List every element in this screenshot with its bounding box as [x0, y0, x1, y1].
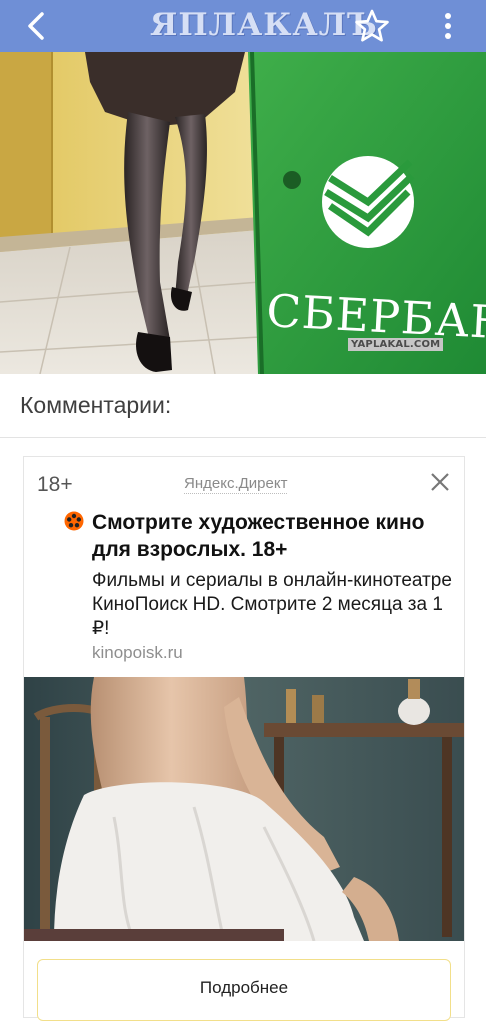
comments-heading: Комментарии: — [20, 392, 172, 418]
ad-domain[interactable]: kinopoisk.ru — [92, 643, 183, 663]
watermark: YAPLAKAL.COM — [348, 338, 444, 351]
ad-image[interactable] — [24, 677, 464, 941]
ad-source-link[interactable]: Яндекс.Директ — [184, 475, 288, 494]
back-arrow-icon[interactable] — [20, 8, 56, 44]
ad-description: Фильмы и сериалы в онлайн-кинотеатре Кин… — [92, 570, 452, 639]
ad-headline[interactable]: Смотрите художественное кино для взрослы… — [92, 509, 452, 563]
details-button-label: Подробнее — [199, 978, 289, 997]
divider — [0, 437, 486, 438]
app-logo[interactable]: ЯПЛАКАЛЪ — [150, 8, 378, 42]
details-button[interactable]: Подробнее — [37, 959, 451, 1021]
close-icon[interactable] — [429, 471, 451, 493]
star-icon[interactable] — [352, 6, 392, 46]
ad-card[interactable]: 18+ Яндекс.Директ Смотрите художественно… — [23, 456, 465, 1021]
post-image[interactable]: СБЕРБАНК YAPLAKAL.COM — [0, 52, 486, 374]
more-vert-icon[interactable] — [432, 6, 464, 46]
kinopoisk-favicon-icon — [64, 511, 84, 531]
app-bar: ЯПЛАКАЛЪ — [0, 0, 486, 52]
age-rating-label: 18+ — [37, 473, 73, 496]
